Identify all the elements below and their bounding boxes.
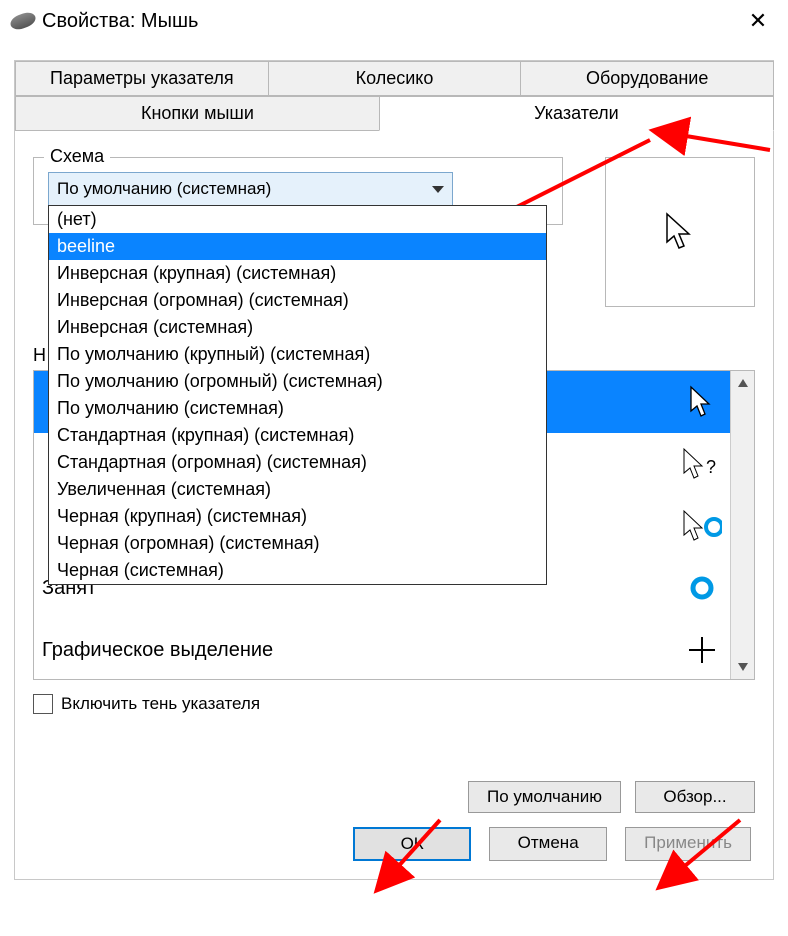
scroll-up-button[interactable] xyxy=(731,371,754,395)
scheme-option[interactable]: Черная (системная) xyxy=(49,557,546,584)
arrow-help-cursor-icon: ? xyxy=(682,447,722,481)
scheme-group: Схема По умолчанию (системная) (нет) bee… xyxy=(33,157,563,225)
scheme-dropdown[interactable]: (нет) beeline Инверсная (крупная) (систе… xyxy=(48,205,547,585)
crosshair-cursor-icon xyxy=(682,635,722,665)
tab-content: Схема По умолчанию (системная) (нет) bee… xyxy=(15,131,773,714)
apply-button[interactable]: Применить xyxy=(625,827,751,861)
scheme-option[interactable]: Увеличенная (системная) xyxy=(49,476,546,503)
dialog-footer: ОК Отмена Применить xyxy=(353,827,751,861)
scheme-option[interactable]: По умолчанию (огромный) (системная) xyxy=(49,368,546,395)
arrow-busy-cursor-icon xyxy=(682,509,722,543)
scheme-option[interactable]: По умолчанию (системная) xyxy=(49,395,546,422)
shadow-checkbox-label: Включить тень указателя xyxy=(61,694,260,714)
titlebar: Свойства: Мышь ✕ xyxy=(0,0,788,42)
scroll-track[interactable] xyxy=(731,395,754,655)
cursor-label: Графическое выделение xyxy=(42,639,682,662)
scheme-buttons-row: По умолчанию Обзор... xyxy=(468,781,755,813)
cursor-preview xyxy=(605,157,755,307)
dialog-body: Параметры указателя Колесико Оборудовани… xyxy=(14,60,774,880)
browse-button[interactable]: Обзор... xyxy=(635,781,755,813)
tab-pointers[interactable]: Указатели xyxy=(379,96,774,131)
scheme-option[interactable]: Инверсная (системная) xyxy=(49,314,546,341)
scheme-option[interactable]: (нет) xyxy=(49,206,546,233)
tab-hardware[interactable]: Оборудование xyxy=(520,61,774,96)
scheme-group-label: Схема xyxy=(44,146,110,167)
scheme-option[interactable]: Стандартная (огромная) (системная) xyxy=(49,449,546,476)
mouse-icon xyxy=(8,10,37,32)
arrow-cursor-icon xyxy=(682,385,722,419)
svg-text:?: ? xyxy=(706,457,716,477)
scroll-down-button[interactable] xyxy=(731,655,754,679)
scrollbar[interactable] xyxy=(730,371,754,679)
defaults-button[interactable]: По умолчанию xyxy=(468,781,621,813)
scheme-option[interactable]: Инверсная (крупная) (системная) xyxy=(49,260,546,287)
scheme-option[interactable]: Черная (огромная) (системная) xyxy=(49,530,546,557)
scheme-option[interactable]: beeline xyxy=(49,233,546,260)
ok-button[interactable]: ОК xyxy=(353,827,471,861)
shadow-checkbox-row: Включить тень указателя xyxy=(33,694,755,714)
busy-ring-icon xyxy=(682,573,722,603)
window-title: Свойства: Мышь xyxy=(36,10,738,33)
scheme-option[interactable]: Инверсная (огромная) (системная) xyxy=(49,287,546,314)
scheme-selected-text: По умолчанию (системная) xyxy=(57,179,432,199)
tab-pointer-options[interactable]: Параметры указателя xyxy=(15,61,269,96)
tab-buttons[interactable]: Кнопки мыши xyxy=(15,96,380,131)
cursor-row[interactable]: Графическое выделение xyxy=(34,619,730,681)
tab-wheel[interactable]: Колесико xyxy=(268,61,522,96)
close-button[interactable]: ✕ xyxy=(738,8,778,34)
scheme-option[interactable]: По умолчанию (крупный) (системная) xyxy=(49,341,546,368)
chevron-down-icon xyxy=(432,186,444,193)
scheme-option[interactable]: Стандартная (крупная) (системная) xyxy=(49,422,546,449)
scheme-option[interactable]: Черная (крупная) (системная) xyxy=(49,503,546,530)
cancel-button[interactable]: Отмена xyxy=(489,827,607,861)
tabs-row-upper: Параметры указателя Колесико Оборудовани… xyxy=(15,61,773,96)
shadow-checkbox[interactable] xyxy=(33,694,53,714)
arrow-cursor-icon xyxy=(665,212,695,252)
scheme-combobox[interactable]: По умолчанию (системная) xyxy=(48,172,453,206)
tabs-row-lower: Кнопки мыши Указатели xyxy=(15,96,773,131)
